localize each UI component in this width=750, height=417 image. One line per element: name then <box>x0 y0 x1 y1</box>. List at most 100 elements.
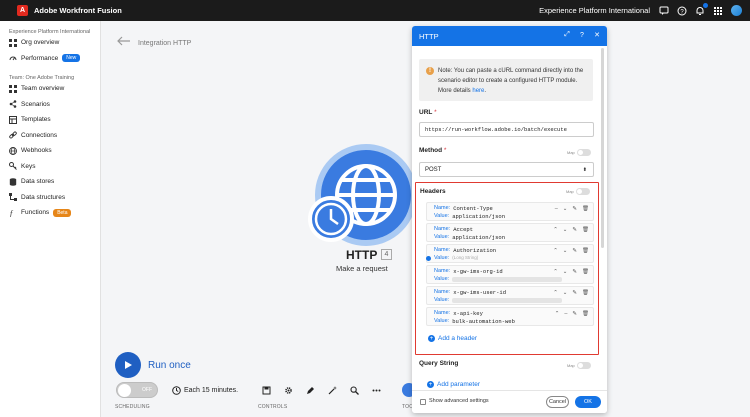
header-item[interactable]: Name: x-gw-ims-user-id Value: ⌃ ⌄ ✎ 🗑 <box>426 286 594 305</box>
run-once-label[interactable]: Run once <box>148 360 191 371</box>
advanced-settings-label[interactable]: Show advanced settings <box>429 398 489 404</box>
delete-icon[interactable]: 🗑 <box>582 269 589 275</box>
feedback-icon[interactable] <box>659 6 669 16</box>
ok-button[interactable]: OK <box>575 396 601 408</box>
clock-icon[interactable] <box>172 386 181 395</box>
sidebar-item-functions[interactable]: f Functions Beta <box>0 205 100 221</box>
edit-icon[interactable]: ✎ <box>572 206 577 212</box>
sidebar-item-label: Functions <box>21 209 50 217</box>
toggle-state: OFF <box>142 387 152 393</box>
delete-icon[interactable]: 🗑 <box>582 248 589 254</box>
magic-wand-icon[interactable] <box>328 386 337 395</box>
method-label: Method * <box>419 147 447 154</box>
run-once-button[interactable] <box>115 352 141 378</box>
query-map-toggle[interactable]: Map <box>567 362 591 369</box>
move-down-icon[interactable]: ⌄ <box>563 248 568 254</box>
url-label: URL * <box>419 109 437 116</box>
sidebar-item-team-overview[interactable]: Team overview <box>0 81 100 97</box>
scheduling-label: SCHEDULING <box>115 404 150 410</box>
sidebar-item-label: Org overview <box>21 39 60 47</box>
svg-text:f: f <box>10 209 14 217</box>
advanced-settings-checkbox[interactable] <box>420 399 426 405</box>
add-parameter-button[interactable]: + Add parameter <box>427 381 480 388</box>
new-badge: New <box>62 54 81 63</box>
notifications-icon[interactable] <box>695 2 708 16</box>
sidebar-item-data-structures[interactable]: Data structures <box>0 190 100 206</box>
dialog-footer: Show advanced settings Cancel OK <box>412 390 607 413</box>
header-item[interactable]: Name: Accept Value: application/json ⌃ ⌄ ✎ 🗑 <box>426 223 594 242</box>
move-up-icon[interactable]: – <box>555 206 558 212</box>
sidebar-item-templates[interactable]: Templates <box>0 112 100 128</box>
edit-icon[interactable]: ✎ <box>572 248 577 254</box>
redacted-value <box>452 298 563 303</box>
sidebar-item-label: Keys <box>21 162 36 170</box>
sidebar-item-label: Scenarios <box>21 100 50 108</box>
help-icon[interactable]: ? <box>578 31 586 39</box>
expand-icon[interactable]: ⤢ <box>563 31 571 39</box>
method-select[interactable]: POST ⬍ <box>419 162 594 177</box>
more-icon[interactable] <box>372 386 381 395</box>
schedule-clock-icon[interactable] <box>308 196 354 242</box>
sidebar-item-performance[interactable]: Performance New <box>0 51 100 67</box>
move-up-icon[interactable]: ⌃ <box>553 269 558 275</box>
headers-section: Headers Map Name: Content-Type Value: appl… <box>415 182 599 355</box>
method-map-toggle[interactable]: Map <box>567 149 591 156</box>
back-arrow-icon[interactable] <box>117 36 131 46</box>
sidebar-item-label: Templates <box>21 116 51 124</box>
avatar[interactable] <box>731 5 742 16</box>
scheduling-toggle[interactable]: OFF <box>116 382 158 398</box>
move-up-icon[interactable]: ⌃ <box>555 311 560 317</box>
breadcrumb: Integration HTTP <box>138 40 192 47</box>
move-down-icon[interactable]: ⌄ <box>563 290 568 296</box>
top-bar: A Adobe Workfront Fusion Experience Plat… <box>0 0 750 21</box>
search-icon[interactable] <box>350 386 359 395</box>
sidebar-item-scenarios[interactable]: Scenarios <box>0 97 100 113</box>
sidebar-item-label: Webhooks <box>21 147 52 155</box>
info-icon: ! <box>426 67 434 75</box>
move-down-icon[interactable]: ⌄ <box>563 227 568 233</box>
edit-icon[interactable]: ✎ <box>572 311 577 317</box>
adobe-logo-icon[interactable]: A <box>17 5 28 16</box>
redacted-value <box>452 277 563 282</box>
header-item[interactable]: Name: Content-Type Value: application/json… <box>426 202 594 221</box>
move-down-icon[interactable]: ⌄ <box>563 269 568 275</box>
function-icon: f <box>9 209 17 217</box>
url-input[interactable]: https://run-workflow.adobe.io/batch/exec… <box>419 122 594 137</box>
header-item[interactable]: Name: x-api-key Value: bulk-automation-web… <box>426 307 594 326</box>
save-icon[interactable] <box>262 386 271 395</box>
add-header-button[interactable]: + Add a header <box>428 335 477 342</box>
schedule-interval[interactable]: Each 15 minutes. <box>184 387 238 394</box>
header-item[interactable]: Name: x-gw-ims-org-id Value: ⌃ ⌄ ✎ 🗑 <box>426 265 594 284</box>
notes-icon[interactable] <box>306 386 315 395</box>
cancel-button[interactable]: Cancel <box>546 396 569 408</box>
headers-map-toggle[interactable]: Map <box>566 188 590 195</box>
move-down-icon[interactable]: ⌄ <box>563 206 568 212</box>
grid-icon <box>9 38 17 47</box>
sidebar-item-webhooks[interactable]: Webhooks <box>0 143 100 159</box>
sidebar-item-connections[interactable]: Connections <box>0 128 100 144</box>
edit-icon[interactable]: ✎ <box>572 290 577 296</box>
note-details-link[interactable]: here <box>472 88 484 94</box>
help-icon[interactable]: ? <box>677 6 687 16</box>
move-up-icon[interactable]: ⌃ <box>553 227 558 233</box>
move-up-icon[interactable]: ⌃ <box>553 290 558 296</box>
sidebar-item-data-stores[interactable]: Data stores <box>0 174 100 190</box>
move-up-icon[interactable]: ⌃ <box>553 248 558 254</box>
header-item[interactable]: Name: Authorization Value: (Long String) ⌃… <box>426 244 594 263</box>
edit-icon[interactable]: ✎ <box>572 227 577 233</box>
sidebar-org-heading: Experience Platform International <box>9 29 91 35</box>
org-switcher[interactable]: Experience Platform International <box>539 6 650 15</box>
share-icon <box>9 100 17 109</box>
move-down-icon[interactable]: – <box>564 311 567 317</box>
gear-icon[interactable] <box>284 386 293 395</box>
apps-grid-icon[interactable] <box>713 6 723 16</box>
delete-icon[interactable]: 🗑 <box>582 311 589 317</box>
close-icon[interactable]: ✕ <box>593 31 601 39</box>
edit-icon[interactable]: ✎ <box>572 269 577 275</box>
dialog-scrollbar[interactable] <box>601 48 604 248</box>
delete-icon[interactable]: 🗑 <box>582 206 589 212</box>
sidebar-item-keys[interactable]: Keys <box>0 159 100 175</box>
sidebar-item-org-overview[interactable]: Org overview <box>0 35 100 51</box>
delete-icon[interactable]: 🗑 <box>582 227 589 233</box>
delete-icon[interactable]: 🗑 <box>582 290 589 296</box>
